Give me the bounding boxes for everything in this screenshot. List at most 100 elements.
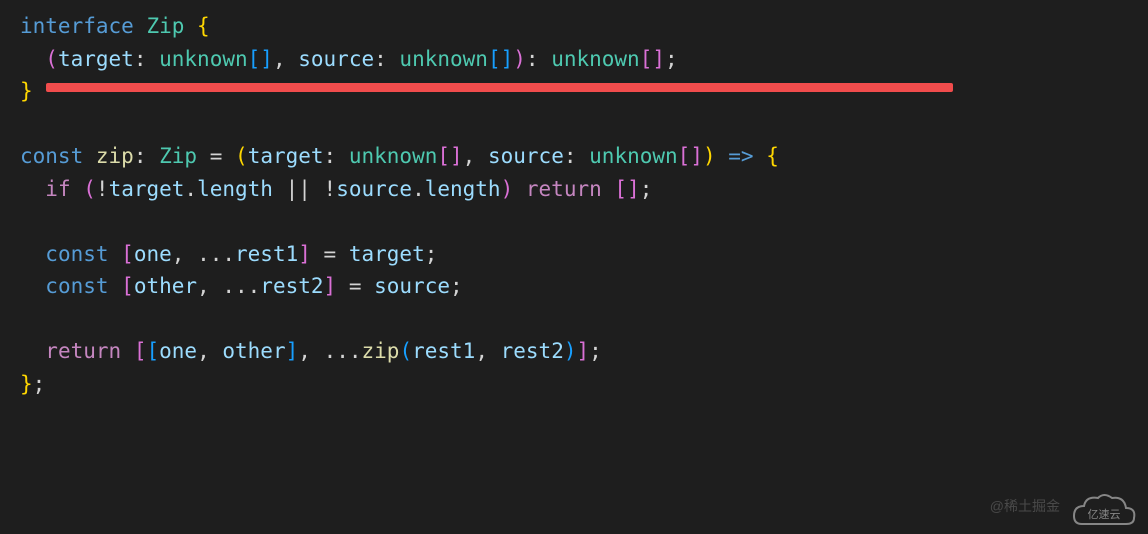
var-one: one <box>159 339 197 363</box>
param-source: source <box>298 47 374 71</box>
array-brackets: [] <box>437 144 462 168</box>
type-unknown: unknown <box>551 47 640 71</box>
var-target: target <box>109 177 185 201</box>
bracket-close: ] <box>627 177 640 201</box>
semicolon: ; <box>450 274 463 298</box>
arrow: => <box>728 144 753 168</box>
var-rest1: rest1 <box>235 242 298 266</box>
param-target: target <box>248 144 324 168</box>
var-rest2: rest2 <box>501 339 564 363</box>
var-one: one <box>134 242 172 266</box>
bracket-open: [ <box>614 177 627 201</box>
semicolon: ; <box>640 177 653 201</box>
bracket-close: ] <box>286 339 299 363</box>
colon: : <box>324 144 337 168</box>
type-unknown: unknown <box>589 144 678 168</box>
var-rest1: rest1 <box>412 339 475 363</box>
type-zip: Zip <box>146 14 184 38</box>
colon: : <box>134 47 147 71</box>
dot: . <box>412 177 425 201</box>
param-target: target <box>58 47 134 71</box>
paren-close: ) <box>501 177 514 201</box>
bracket-open: [ <box>146 339 159 363</box>
bracket-close: ] <box>324 274 337 298</box>
not-op: ! <box>324 177 337 201</box>
brace-open: { <box>197 14 210 38</box>
code-line-5: const zip: Zip = (target: unknown[], sou… <box>20 140 1128 173</box>
equals: = <box>349 274 362 298</box>
var-other: other <box>134 274 197 298</box>
type-zip: Zip <box>159 144 197 168</box>
param-source: source <box>488 144 564 168</box>
comma: , <box>172 242 185 266</box>
not-op: ! <box>96 177 109 201</box>
paren-open: ( <box>399 339 412 363</box>
comma: , <box>197 339 210 363</box>
colon: : <box>374 47 387 71</box>
code-line-8: const [one, ...rest1] = target; <box>20 238 1128 271</box>
keyword-const: const <box>45 274 108 298</box>
spread-op: ... <box>197 242 235 266</box>
keyword-if: if <box>45 177 70 201</box>
bracket-open: [ <box>121 274 134 298</box>
type-unknown: unknown <box>349 144 438 168</box>
code-line-4 <box>20 108 1128 141</box>
bracket-open: [ <box>134 339 147 363</box>
code-block: interface Zip { (target: unknown[], sour… <box>20 10 1128 401</box>
svg-text:亿速云: 亿速云 <box>1088 508 1121 521</box>
var-zip: zip <box>96 144 134 168</box>
keyword-return: return <box>45 339 121 363</box>
spread-op: ... <box>222 274 260 298</box>
paren-close: ) <box>513 47 526 71</box>
code-line-2: (target: unknown[], source: unknown[]): … <box>20 43 1128 76</box>
semicolon: ; <box>33 372 46 396</box>
keyword-interface: interface <box>20 14 134 38</box>
brace-close: } <box>20 79 33 103</box>
code-line-6: if (!target.length || !source.length) re… <box>20 173 1128 206</box>
type-unknown: unknown <box>399 47 488 71</box>
code-line-9: const [other, ...rest2] = source; <box>20 270 1128 303</box>
error-underline <box>46 83 953 92</box>
paren-open: ( <box>83 177 96 201</box>
paren-open: ( <box>235 144 248 168</box>
fn-zip: zip <box>362 339 400 363</box>
colon: : <box>526 47 539 71</box>
colon: : <box>564 144 577 168</box>
var-target: target <box>349 242 425 266</box>
brace-close: } <box>20 372 33 396</box>
comma: , <box>298 339 311 363</box>
array-brackets: [] <box>248 47 273 71</box>
code-line-1: interface Zip { <box>20 10 1128 43</box>
spread-op: ... <box>324 339 362 363</box>
logo-icon: 亿速云 <box>1068 486 1140 530</box>
var-other: other <box>222 339 285 363</box>
var-rest2: rest2 <box>260 274 323 298</box>
semicolon: ; <box>425 242 438 266</box>
paren-close: ) <box>564 339 577 363</box>
type-unknown: unknown <box>159 47 248 71</box>
var-source: source <box>374 274 450 298</box>
keyword-const: const <box>20 144 83 168</box>
array-brackets: [] <box>678 144 703 168</box>
bracket-close: ] <box>298 242 311 266</box>
paren-open: ( <box>45 47 58 71</box>
brace-open: { <box>766 144 779 168</box>
dot: . <box>184 177 197 201</box>
or-op: || <box>286 177 311 201</box>
semicolon: ; <box>589 339 602 363</box>
colon: : <box>134 144 147 168</box>
prop-length: length <box>197 177 273 201</box>
keyword-return: return <box>526 177 602 201</box>
prop-length: length <box>425 177 501 201</box>
watermark-text: @稀土掘金 <box>990 496 1060 518</box>
bracket-close: ] <box>577 339 590 363</box>
paren-close: ) <box>703 144 716 168</box>
equals: = <box>210 144 223 168</box>
code-line-12: }; <box>20 368 1128 401</box>
comma: , <box>475 339 488 363</box>
array-brackets: [] <box>640 47 665 71</box>
comma: , <box>463 144 476 168</box>
bracket-open: [ <box>121 242 134 266</box>
semicolon: ; <box>665 47 678 71</box>
var-source: source <box>336 177 412 201</box>
